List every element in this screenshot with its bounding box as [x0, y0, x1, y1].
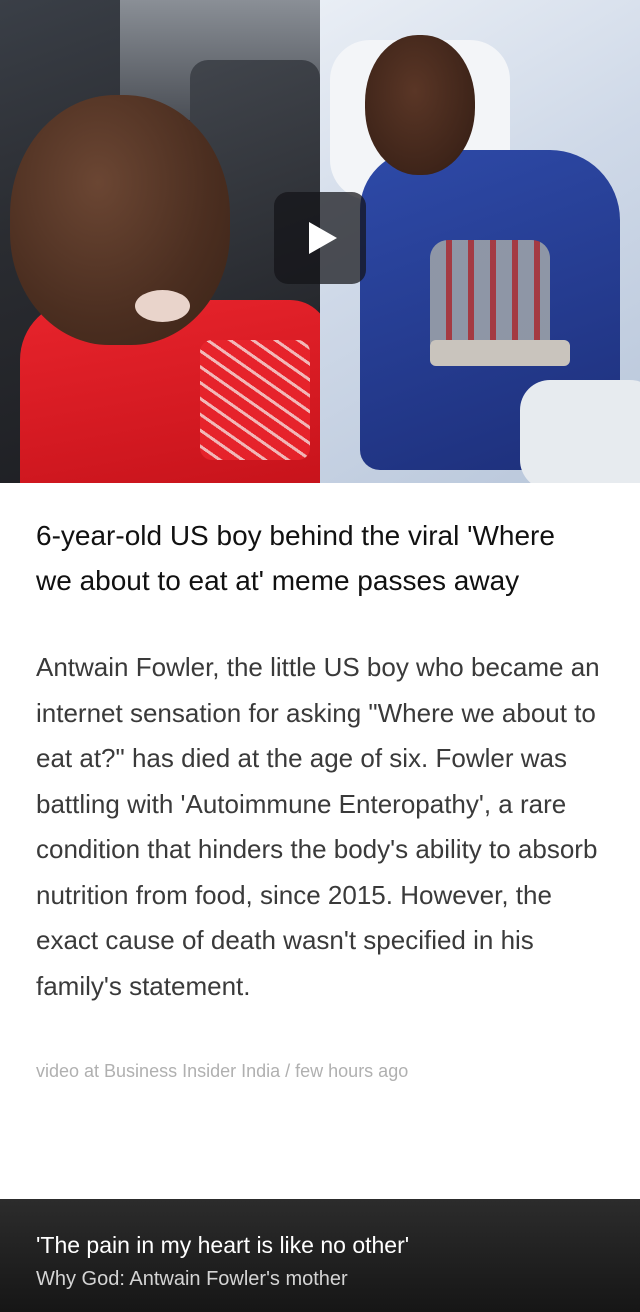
thumbnail-left-image — [0, 0, 320, 483]
belt-shape — [430, 340, 570, 366]
article-card[interactable]: 6-year-old US boy behind the viral 'Wher… — [0, 483, 640, 1199]
boy-face-shape — [365, 35, 475, 175]
article-source: video at Business Insider India / few ho… — [36, 1061, 409, 1081]
shirt-print-shape — [200, 340, 310, 460]
article-body: Antwain Fowler, the little US boy who be… — [36, 652, 600, 1001]
video-thumbnail[interactable] — [0, 0, 640, 483]
boy-face-shape — [10, 95, 230, 345]
article-headline[interactable]: 6-year-old US boy behind the viral 'Wher… — [36, 513, 596, 603]
play-icon — [309, 222, 337, 254]
next-story-title[interactable]: 'The pain in my heart is like no other' — [36, 1232, 409, 1259]
next-story-subtitle: Why God: Antwain Fowler's mother — [36, 1268, 348, 1290]
boy-mouth-shape — [135, 290, 190, 322]
blanket-shape — [520, 380, 640, 483]
play-button[interactable] — [274, 192, 366, 284]
thumbnail-right-image — [320, 0, 640, 483]
